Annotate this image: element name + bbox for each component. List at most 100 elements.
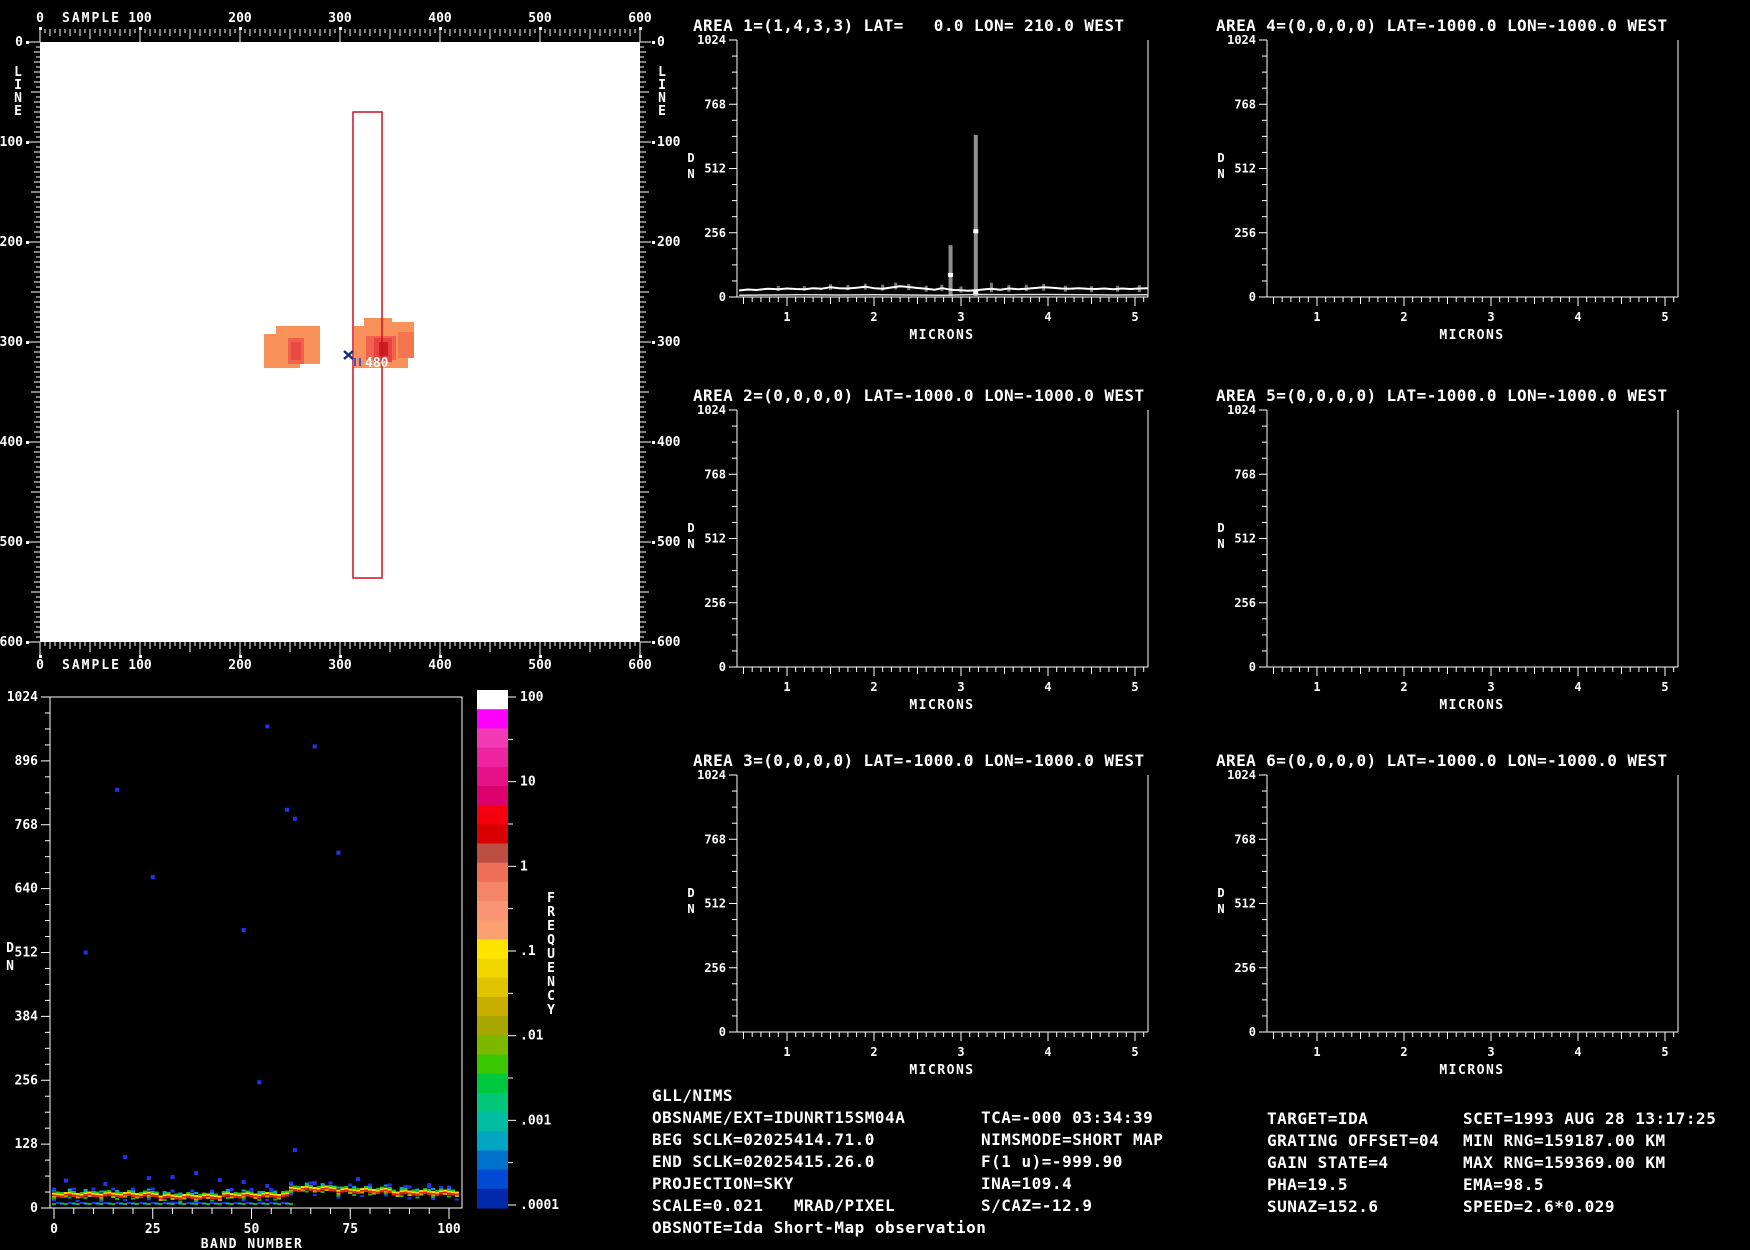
strip-cell — [304, 1190, 309, 1193]
strip-cell — [348, 1188, 353, 1191]
micron-tick-label: 1 — [1313, 310, 1320, 324]
dn-axis-title: N — [687, 167, 694, 181]
sample-tick-label: 600 — [628, 658, 652, 673]
band-tick-label: 75 — [342, 1222, 358, 1237]
area-spectrum-plot-4: 0 256 512 768 1024 1 2 3 4 5 DN MICRONS — [1217, 33, 1679, 343]
strip-cell — [75, 1200, 80, 1203]
line-tick-label: 0 — [657, 35, 665, 50]
strip-cell — [277, 1203, 282, 1206]
sky-image[interactable] — [40, 42, 640, 642]
strip-cell — [265, 1199, 270, 1202]
micron-tick-label: 5 — [1661, 310, 1668, 324]
strip-cell — [146, 1203, 151, 1206]
strip-cell — [91, 1202, 96, 1205]
dn-tick-label: 0 — [719, 660, 726, 674]
strip-cell — [194, 1195, 199, 1198]
strip-cell — [146, 1188, 151, 1191]
strip-cell — [375, 1188, 380, 1191]
strip-cell — [273, 1190, 278, 1193]
dn-tick-label: 1024 — [1227, 403, 1256, 417]
strip-cell — [249, 1191, 254, 1194]
strip-cell — [225, 1197, 230, 1200]
line-tick-label: 500 — [657, 535, 681, 550]
sample-tick-label: 200 — [228, 11, 252, 26]
strip-cell — [79, 1202, 84, 1205]
strip-cell — [273, 1198, 278, 1201]
dn-tick-label: 0 — [1249, 290, 1256, 304]
micron-tick-label: 5 — [1661, 1045, 1668, 1059]
strip-cell — [213, 1202, 218, 1205]
strip-cell — [383, 1192, 388, 1195]
strip-cell — [131, 1202, 135, 1205]
strip-cell — [123, 1199, 128, 1202]
dn-tick-label: 1024 — [1227, 768, 1256, 782]
strip-cell — [174, 1193, 179, 1196]
strip-cell — [142, 1202, 147, 1205]
strip-cell — [87, 1191, 92, 1194]
colorbar-segment — [477, 1169, 508, 1190]
dn-tick-label: 1024 — [1227, 33, 1256, 47]
colorbar-segment — [477, 1188, 508, 1209]
dn-tick-label: 768 — [1234, 832, 1256, 846]
strip-cell — [395, 1191, 400, 1194]
strip-cell — [63, 1203, 68, 1206]
line-axis-title: E — [658, 104, 666, 119]
strip-cell — [336, 1186, 341, 1189]
spectrum-line — [738, 285, 1149, 292]
strip-cell — [289, 1191, 293, 1194]
dn-tick-label: 768 — [1234, 97, 1256, 111]
nims-science-display: 0 0 0 0 100 100 100 100 200 200 200 200 300 300 300 300… — [0, 0, 1750, 1250]
micron-tick-label: 3 — [1487, 680, 1494, 694]
colorbar-segment — [477, 766, 508, 787]
line-tick-label: 600 — [657, 635, 681, 650]
scatter-point — [146, 1176, 151, 1181]
dn-tick-label: 256 — [1234, 226, 1256, 240]
strip-cell — [253, 1193, 258, 1196]
micron-tick-label: 2 — [1400, 680, 1407, 694]
strip-cell — [324, 1189, 329, 1192]
strip-cell — [348, 1192, 353, 1195]
dn-tick-label: 1024 — [697, 768, 726, 782]
strip-cell — [115, 1190, 120, 1193]
strip-cell — [427, 1189, 432, 1192]
microns-axis-title: MICRONS — [1439, 698, 1504, 713]
micron-tick-label: 4 — [1044, 1045, 1051, 1059]
strip-cell — [336, 1194, 341, 1197]
frequency-tick-label: .01 — [520, 1029, 544, 1044]
strip-cell — [383, 1184, 388, 1187]
colorbar-segment — [477, 1035, 508, 1056]
dn-tick-label: 768 — [704, 97, 726, 111]
dn-tick-label: 256 — [704, 226, 726, 240]
sample-tick-label: 0 — [36, 658, 44, 673]
line-axis-title: E — [14, 104, 22, 119]
obs-info-left-line: TCA=-000 03:34:39 — [981, 1108, 1154, 1127]
strip-cell — [419, 1190, 424, 1193]
dn-tick-label: 0 — [1249, 1025, 1256, 1039]
strip-cell — [296, 1186, 301, 1189]
strip-cell — [439, 1188, 444, 1191]
image-map-panel: 000 0100100100 100200200200 200300300300 300… — [0, 11, 681, 673]
line-tick-label: 500 — [0, 535, 23, 550]
colorbar-segment — [477, 843, 508, 864]
strip-cell — [87, 1195, 92, 1198]
obs-info-left-line: F(1 u)=-999.90 — [981, 1152, 1123, 1171]
dn-tick-label: 896 — [15, 754, 39, 769]
strip-cell — [67, 1196, 72, 1199]
strip-cell — [178, 1202, 183, 1205]
area-plot-title: AREA 5=(0,0,0,0) LAT=-1000.0 LON=-1000.0… — [1216, 386, 1668, 405]
strip-cell — [91, 1191, 96, 1194]
dn-tick-label: 768 — [15, 818, 39, 833]
scatter-point — [312, 1181, 317, 1186]
strip-cell — [379, 1186, 384, 1189]
strip-cell — [146, 1198, 151, 1201]
strip-cell — [217, 1199, 222, 1202]
frequency-tick-label: .0001 — [520, 1198, 559, 1213]
strip-cell — [206, 1193, 211, 1196]
strip-cell — [221, 1191, 226, 1194]
strip-cell — [241, 1192, 246, 1195]
strip-cell — [213, 1193, 218, 1196]
strip-cell — [360, 1191, 365, 1194]
strip-cell — [447, 1185, 451, 1189]
strip-cell — [71, 1202, 76, 1205]
strip-cell — [277, 1194, 282, 1197]
